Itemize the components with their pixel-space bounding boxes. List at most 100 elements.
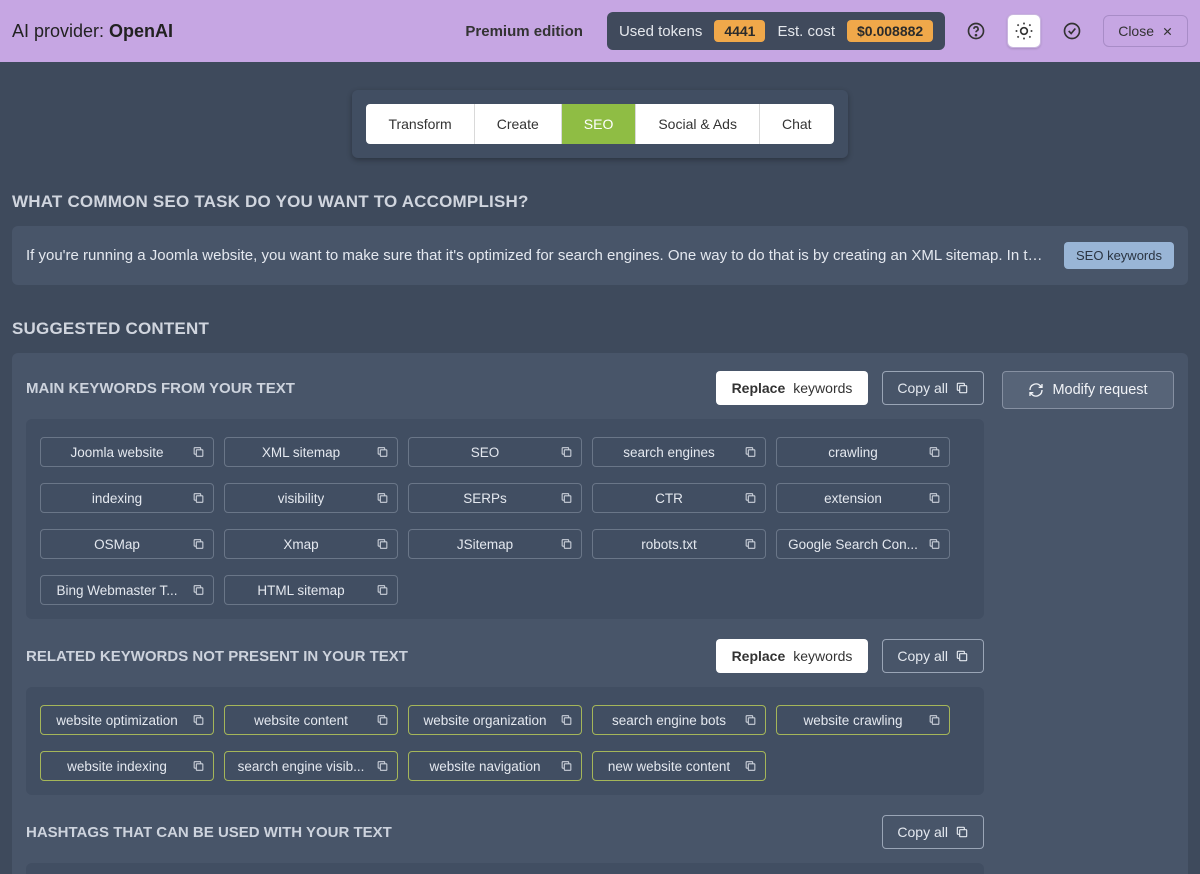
keyword-chip[interactable]: robots.txt — [592, 529, 766, 559]
copy-icon[interactable] — [560, 446, 573, 459]
keyword-chip[interactable]: website crawling — [776, 705, 950, 735]
copy-icon — [955, 381, 969, 395]
keyword-chip[interactable]: crawling — [776, 437, 950, 467]
copy-all-related-button[interactable]: Copy all — [882, 639, 984, 673]
keyword-chip[interactable]: extension — [776, 483, 950, 513]
copy-icon[interactable] — [376, 538, 389, 551]
help-icon — [966, 21, 986, 41]
task-summary-bar: If you're running a Joomla website, you … — [12, 226, 1188, 285]
keyword-chip[interactable]: XML sitemap — [224, 437, 398, 467]
done-button[interactable] — [1055, 14, 1089, 48]
copy-icon[interactable] — [192, 492, 205, 505]
copy-icon[interactable] — [376, 584, 389, 597]
replace-rest: keywords — [793, 380, 852, 396]
copy-icon[interactable] — [560, 714, 573, 727]
help-button[interactable] — [959, 14, 993, 48]
keyword-chip[interactable]: JSitemap — [408, 529, 582, 559]
keyword-chip[interactable]: search engine bots — [592, 705, 766, 735]
modify-request-button[interactable]: Modify request — [1002, 371, 1174, 409]
copy-all-hashtags-button[interactable]: Copy all — [882, 815, 984, 849]
keyword-chip[interactable]: CTR — [592, 483, 766, 513]
keyword-chip[interactable]: SEO — [408, 437, 582, 467]
keyword-chip[interactable]: HTML sitemap — [224, 575, 398, 605]
replace-strong: Replace — [732, 380, 786, 396]
est-cost-label: Est. cost — [777, 23, 835, 40]
task-context-text: If you're running a Joomla website, you … — [26, 247, 1048, 264]
replace-related-button[interactable]: Replace keywords — [716, 639, 869, 673]
keyword-chip[interactable]: website navigation — [408, 751, 582, 781]
keyword-chip[interactable]: website optimization — [40, 705, 214, 735]
chip-label: SEO — [471, 445, 500, 460]
keyword-chip[interactable]: website organization — [408, 705, 582, 735]
copy-icon[interactable] — [744, 538, 757, 551]
copy-icon[interactable] — [744, 446, 757, 459]
copy-icon[interactable] — [744, 492, 757, 505]
keyword-chip[interactable]: Bing Webmaster T... — [40, 575, 214, 605]
copy-icon[interactable] — [192, 446, 205, 459]
tab-chat[interactable]: Chat — [760, 104, 834, 144]
keyword-chip[interactable]: OSMap — [40, 529, 214, 559]
copy-icon[interactable] — [928, 492, 941, 505]
copy-icon[interactable] — [192, 760, 205, 773]
keyword-chip[interactable]: search engines — [592, 437, 766, 467]
main-keywords-title: MAIN KEYWORDS FROM YOUR TEXT — [26, 380, 295, 397]
keyword-chip[interactable]: SERPs — [408, 483, 582, 513]
tab-social-ads[interactable]: Social & Ads — [636, 104, 760, 144]
copy-icon[interactable] — [928, 446, 941, 459]
main-keywords-grid: Joomla website XML sitemap SEO search engin… — [40, 437, 970, 611]
suggested-heading: SUGGESTED CONTENT — [12, 319, 1188, 339]
modify-request-label: Modify request — [1052, 382, 1147, 398]
keyword-chip[interactable]: Google Search Con... — [776, 529, 950, 559]
copy-icon — [955, 649, 969, 663]
suggested-panel: MAIN KEYWORDS FROM YOUR TEXT Replace key… — [12, 353, 1188, 874]
replace-keywords-button[interactable]: Replace keywords — [716, 371, 869, 405]
copy-icon[interactable] — [376, 446, 389, 459]
tab-transform[interactable]: Transform — [366, 104, 474, 144]
copy-icon[interactable] — [376, 714, 389, 727]
copy-all-label: Copy all — [897, 380, 948, 396]
chip-label: website navigation — [429, 759, 540, 774]
copy-icon[interactable] — [560, 492, 573, 505]
keyword-chip[interactable]: Xmap — [224, 529, 398, 559]
keyword-chip[interactable]: new website content — [592, 751, 766, 781]
keyword-chip[interactable]: Joomla website — [40, 437, 214, 467]
close-icon — [1162, 26, 1173, 37]
copy-icon[interactable] — [744, 714, 757, 727]
hashtags-title: HASHTAGS THAT CAN BE USED WITH YOUR TEXT — [26, 824, 392, 841]
chip-label: robots.txt — [641, 537, 697, 552]
copy-icon[interactable] — [192, 538, 205, 551]
copy-all-label: Copy all — [897, 648, 948, 664]
used-tokens-label: Used tokens — [619, 23, 702, 40]
chip-label: Google Search Con... — [788, 537, 918, 552]
copy-icon[interactable] — [928, 538, 941, 551]
chip-label: visibility — [278, 491, 325, 506]
keyword-chip[interactable]: website content — [224, 705, 398, 735]
usage-summary: Used tokens 4441 Est. cost $0.008882 — [607, 12, 945, 50]
keyword-chip[interactable]: search engine visib... — [224, 751, 398, 781]
copy-icon[interactable] — [376, 760, 389, 773]
main-scroll[interactable]: TransformCreateSEOSocial & AdsChat WHAT … — [0, 62, 1200, 874]
keyword-chip[interactable]: indexing — [40, 483, 214, 513]
tab-create[interactable]: Create — [475, 104, 562, 144]
hashtags-block: HASHTAGS THAT CAN BE USED WITH YOUR TEXT… — [26, 815, 984, 874]
copy-icon[interactable] — [376, 492, 389, 505]
chip-label: Bing Webmaster T... — [56, 583, 177, 598]
tab-seo[interactable]: SEO — [562, 104, 637, 144]
copy-icon[interactable] — [560, 538, 573, 551]
close-button[interactable]: Close — [1103, 15, 1188, 47]
copy-all-main-button[interactable]: Copy all — [882, 371, 984, 405]
mode-tabs: TransformCreateSEOSocial & AdsChat — [366, 104, 833, 144]
theme-toggle-button[interactable] — [1007, 14, 1041, 48]
task-mode-pill[interactable]: SEO keywords — [1064, 242, 1174, 269]
keyword-chip[interactable]: website indexing — [40, 751, 214, 781]
copy-icon[interactable] — [744, 760, 757, 773]
copy-icon[interactable] — [192, 584, 205, 597]
chip-label: extension — [824, 491, 882, 506]
copy-icon[interactable] — [560, 760, 573, 773]
keyword-chip[interactable]: visibility — [224, 483, 398, 513]
related-keywords-block: RELATED KEYWORDS NOT PRESENT IN YOUR TEX… — [26, 639, 984, 795]
chip-label: CTR — [655, 491, 683, 506]
copy-icon[interactable] — [928, 714, 941, 727]
copy-icon[interactable] — [192, 714, 205, 727]
task-heading: WHAT COMMON SEO TASK DO YOU WANT TO ACCO… — [12, 192, 1188, 212]
